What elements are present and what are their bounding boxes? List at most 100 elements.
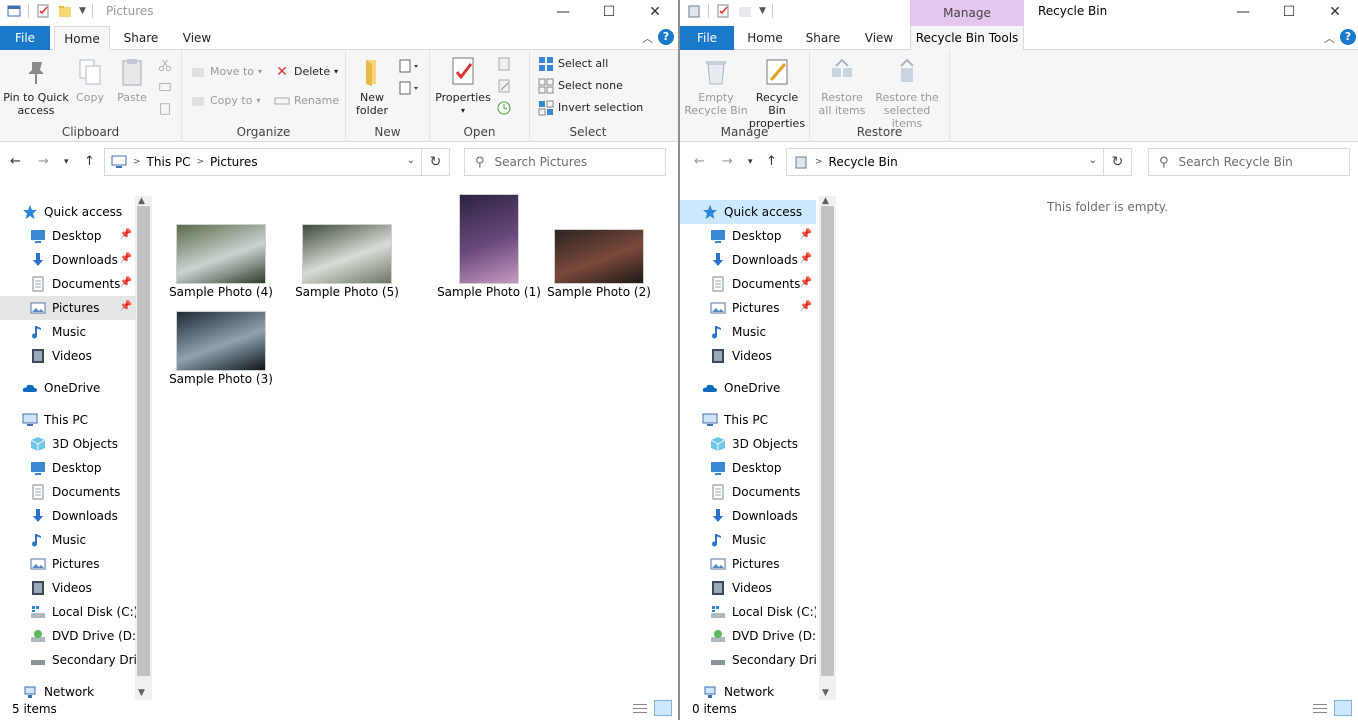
restore-selected-items-button[interactable]: Restore the selected items <box>868 56 946 130</box>
address-bar[interactable]: > Recycle Bin ⌄ <box>786 148 1104 176</box>
pin-to-quick-access-button[interactable]: Pin to Quick access <box>2 56 70 117</box>
tab-home[interactable]: Home <box>54 26 110 50</box>
copy-path-icon[interactable] <box>158 80 172 94</box>
sidebar-item-downloads[interactable]: Downloads 📌 <box>680 248 816 272</box>
sidebar-item-music[interactable]: Music <box>680 320 816 344</box>
properties-icon[interactable] <box>715 3 731 19</box>
new-folder-button[interactable]: New folder <box>350 56 394 117</box>
sidebar-item-desktop[interactable]: Desktop 📌 <box>0 224 136 248</box>
sidebar-item-music[interactable]: Music <box>0 320 136 344</box>
qat-dropdown-icon[interactable]: ▼ <box>79 6 86 16</box>
recycle-bin-properties-button[interactable]: Recycle Bin properties <box>746 56 808 130</box>
move-to-button[interactable]: Move to ▾ <box>190 62 262 82</box>
sidebar-item-quick-access[interactable]: Quick access <box>0 200 136 224</box>
tab-recycle-bin-tools[interactable]: Recycle Bin Tools <box>910 26 1024 50</box>
sidebar-item-documents[interactable]: Documents <box>0 480 136 504</box>
tab-view[interactable]: View <box>170 26 224 50</box>
tab-share[interactable]: Share <box>796 26 850 50</box>
breadcrumb-this-pc[interactable]: This PC <box>147 155 191 169</box>
sidebar-item-pictures[interactable]: Pictures <box>680 552 816 576</box>
new-folder-icon[interactable] <box>57 3 73 19</box>
forward-button[interactable]: → <box>38 154 49 169</box>
forward-button[interactable]: → <box>722 154 733 169</box>
sidebar-item-onedrive[interactable]: OneDrive <box>680 376 816 400</box>
back-button[interactable]: ← <box>694 154 705 169</box>
sidebar-item-onedrive[interactable]: OneDrive <box>0 376 136 400</box>
history-icon[interactable] <box>496 100 512 116</box>
recent-locations-button[interactable]: ▾ <box>64 157 69 167</box>
paste-button[interactable]: Paste <box>112 56 152 104</box>
sidebar-item-documents[interactable]: Documents 📌 <box>0 272 136 296</box>
back-button[interactable]: ← <box>10 154 21 169</box>
sidebar-item-quick-access[interactable]: Quick access <box>680 200 816 224</box>
tab-home[interactable]: Home <box>738 26 792 50</box>
collapse-ribbon-icon[interactable]: ︿ <box>1324 30 1335 46</box>
large-icons-view-icon[interactable] <box>654 700 672 716</box>
sidebar-item-videos[interactable]: Videos <box>0 576 136 600</box>
large-icons-view-icon[interactable] <box>1334 700 1352 716</box>
nav-scrollbar[interactable]: ▲ ▼ <box>819 196 836 700</box>
sidebar-item-downloads[interactable]: Downloads <box>680 504 816 528</box>
sidebar-item-pictures[interactable]: Pictures 📌 <box>680 296 816 320</box>
sidebar-item-documents[interactable]: Documents 📌 <box>680 272 816 296</box>
sidebar-item-dvd-drive-d-es[interactable]: DVD Drive (D:) ES <box>680 624 816 648</box>
sidebar-item-desktop[interactable]: Desktop <box>680 456 816 480</box>
rename-button[interactable]: Rename <box>274 91 339 111</box>
maximize-button[interactable]: ☐ <box>586 0 632 24</box>
delete-button[interactable]: ✕ Delete ▾ <box>274 62 338 82</box>
breadcrumb-pictures[interactable]: Pictures <box>210 155 258 169</box>
minimize-button[interactable]: — <box>540 0 586 24</box>
chevron-down-icon[interactable]: ⌄ <box>407 155 415 166</box>
sidebar-item-this-pc[interactable]: This PC <box>680 408 816 432</box>
nav-scrollbar[interactable]: ▲ ▼ <box>135 196 152 700</box>
file-item[interactable]: Sample Photo (5) <box>292 224 402 299</box>
sidebar-item-documents[interactable]: Documents <box>680 480 816 504</box>
file-item[interactable]: Sample Photo (4) <box>166 224 276 299</box>
close-button[interactable]: ✕ <box>632 0 678 24</box>
sidebar-item-pictures[interactable]: Pictures 📌 <box>0 296 136 320</box>
tab-share[interactable]: Share <box>114 26 168 50</box>
sidebar-item-music[interactable]: Music <box>0 528 136 552</box>
copy-to-button[interactable]: Copy to ▾ <box>190 91 260 111</box>
empty-recycle-bin-button[interactable]: Empty Recycle Bin <box>684 56 748 117</box>
sidebar-item-local-disk-c[interactable]: Local Disk (C:) <box>0 600 136 624</box>
chevron-down-icon[interactable]: ⌄ <box>1089 155 1097 166</box>
up-button[interactable]: ↑ <box>84 154 95 169</box>
new-folder-icon[interactable] <box>737 3 753 19</box>
tab-file[interactable]: File <box>680 26 734 50</box>
sidebar-item-videos[interactable]: Videos <box>680 344 816 368</box>
help-icon[interactable]: ? <box>1340 29 1356 45</box>
sidebar-item-videos[interactable]: Videos <box>680 576 816 600</box>
sidebar-item-dvd-drive-d-es[interactable]: DVD Drive (D:) ES <box>0 624 136 648</box>
edit-icon[interactable] <box>496 78 512 94</box>
sidebar-item-downloads[interactable]: Downloads 📌 <box>0 248 136 272</box>
refresh-button[interactable]: ↻ <box>422 148 450 176</box>
restore-all-items-button[interactable]: Restore all items <box>818 56 866 117</box>
properties-icon[interactable] <box>35 3 51 19</box>
help-icon[interactable]: ? <box>658 29 674 45</box>
paste-shortcut-icon[interactable] <box>158 102 172 116</box>
sidebar-item-music[interactable]: Music <box>680 528 816 552</box>
invert-selection-button[interactable]: Invert selection <box>538 98 643 118</box>
easy-access-icon[interactable] <box>398 80 420 96</box>
details-view-icon[interactable] <box>630 700 648 716</box>
tab-file[interactable]: File <box>0 26 50 50</box>
scrollbar-thumb[interactable] <box>821 206 834 676</box>
file-item[interactable]: Sample Photo (2) <box>544 229 654 299</box>
copy-button[interactable]: Copy <box>72 56 108 104</box>
sidebar-item-3d-objects[interactable]: 3D Objects <box>0 432 136 456</box>
tab-view[interactable]: View <box>852 26 906 50</box>
cut-icon[interactable] <box>158 58 172 72</box>
select-all-button[interactable]: Select all <box>538 54 608 74</box>
properties-button[interactable]: Properties ▾ <box>434 56 492 117</box>
open-icon[interactable] <box>496 56 512 72</box>
close-button[interactable]: ✕ <box>1312 0 1358 24</box>
qat-dropdown-icon[interactable]: ▼ <box>759 6 766 16</box>
sidebar-item-desktop[interactable]: Desktop <box>0 456 136 480</box>
collapse-ribbon-icon[interactable]: ︿ <box>642 30 653 46</box>
file-item[interactable]: Sample Photo (3) <box>166 311 276 386</box>
file-item[interactable]: Sample Photo (1) <box>434 194 544 299</box>
sidebar-item-desktop[interactable]: Desktop 📌 <box>680 224 816 248</box>
minimize-button[interactable]: — <box>1220 0 1266 24</box>
address-bar[interactable]: > This PC > Pictures ⌄ <box>104 148 422 176</box>
